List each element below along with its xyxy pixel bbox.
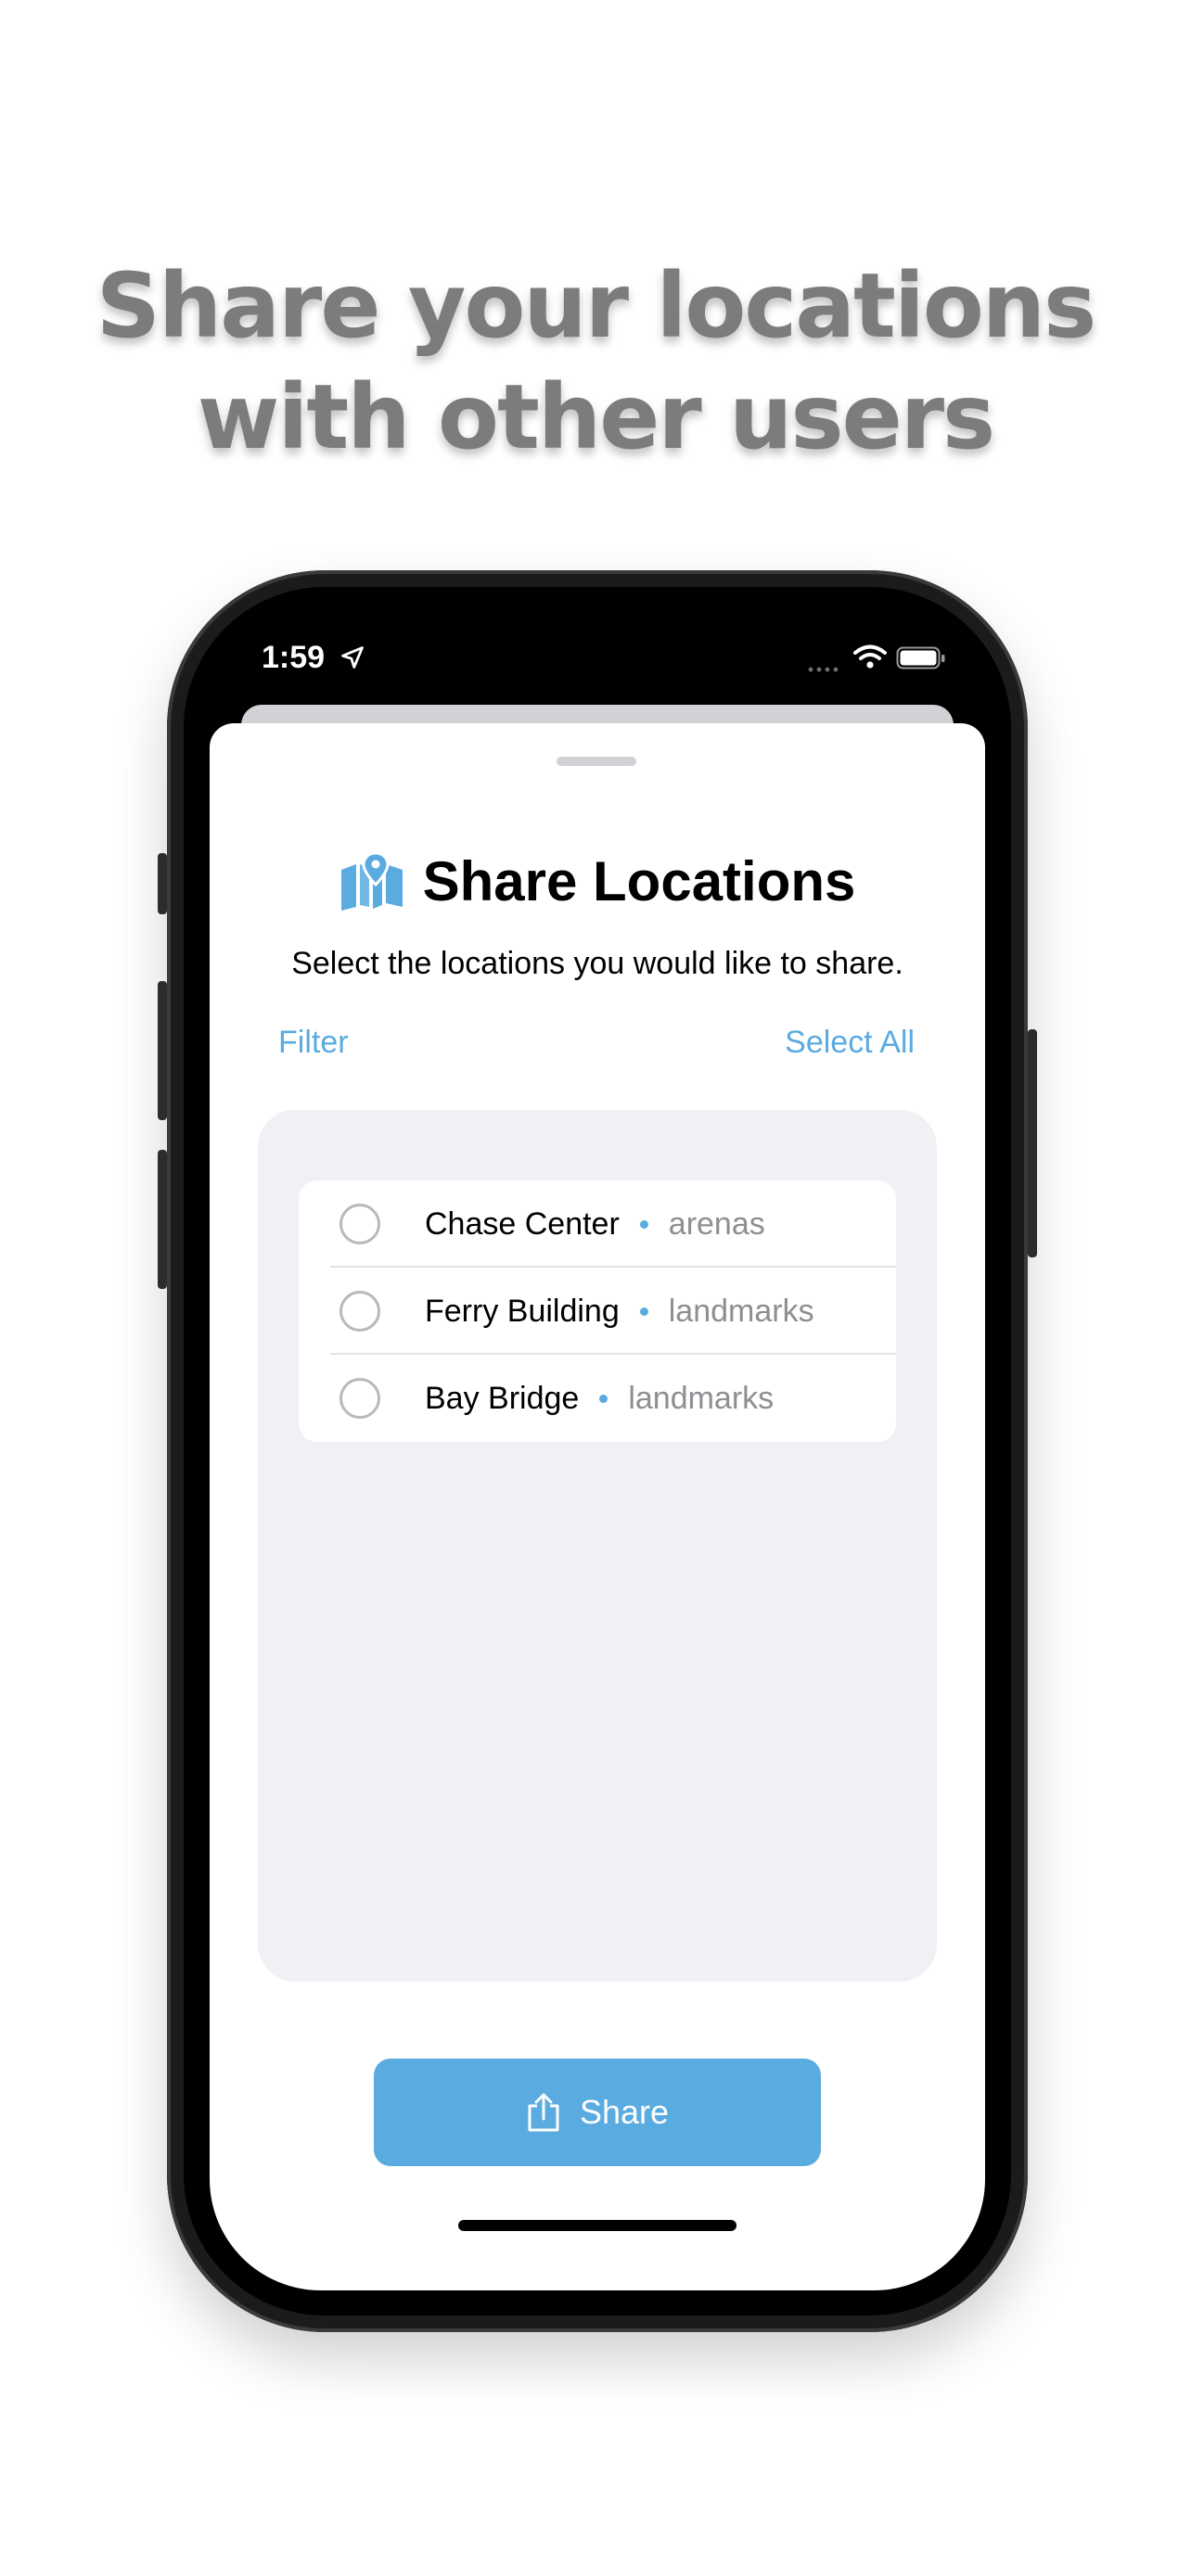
share-icon <box>528 2093 559 2132</box>
signal-icon <box>808 667 839 672</box>
location-row-label: Ferry Building landmarks <box>425 1294 814 1330</box>
location-row-label: Bay Bridge landmarks <box>425 1381 774 1417</box>
locations-list: Chase Center arenas Ferry Building landm… <box>299 1180 896 1442</box>
status-bar-time: 1:59 <box>262 640 365 676</box>
radio-unchecked-icon[interactable] <box>339 1204 380 1244</box>
location-row-label: Chase Center arenas <box>425 1206 765 1243</box>
location-category: landmarks <box>628 1380 775 1416</box>
location-arrow-icon <box>340 646 364 669</box>
phone-power-button <box>1028 1029 1037 1257</box>
locations-list-area: Chase Center arenas Ferry Building landm… <box>258 1110 937 1982</box>
home-indicator[interactable] <box>458 2220 736 2231</box>
location-row-chase-center[interactable]: Chase Center arenas <box>299 1180 896 1268</box>
phone-volume-down <box>158 1150 167 1289</box>
radio-unchecked-icon[interactable] <box>339 1378 380 1419</box>
select-all-button[interactable]: Select All <box>785 1025 915 1061</box>
sheet-grabber[interactable] <box>557 757 636 766</box>
map-icon <box>340 851 403 911</box>
radio-unchecked-icon[interactable] <box>339 1291 380 1332</box>
status-bar-right <box>807 642 955 679</box>
location-name: Ferry Building <box>425 1293 620 1329</box>
battery-icon <box>896 646 945 670</box>
headline-line-2: with other users <box>197 365 995 469</box>
location-name: Bay Bridge <box>425 1380 580 1416</box>
location-category: landmarks <box>668 1293 814 1329</box>
headline-line-1: Share your locations <box>96 254 1097 358</box>
location-name: Chase Center <box>425 1205 620 1242</box>
phone-volume-up <box>158 981 167 1120</box>
location-row-bay-bridge[interactable]: Bay Bridge landmarks <box>299 1355 896 1442</box>
share-locations-sheet: Share Locations Select the locations you… <box>210 723 985 2290</box>
separator-dot-icon <box>599 1394 608 1403</box>
share-button[interactable]: Share <box>374 2059 821 2166</box>
share-button-label: Share <box>579 2093 670 2131</box>
sheet-title: Share Locations <box>422 849 856 912</box>
sheet-subtitle: Select the locations you would like to s… <box>291 946 903 981</box>
phone-mute-switch <box>158 853 167 914</box>
sheet-title-row: Share Locations <box>210 844 985 918</box>
headline: Share your locations with other users <box>0 250 1191 473</box>
status-time-text: 1:59 <box>262 640 326 675</box>
separator-dot-icon <box>639 1219 648 1229</box>
location-row-ferry-building[interactable]: Ferry Building landmarks <box>299 1268 896 1355</box>
separator-dot-icon <box>639 1307 648 1316</box>
filter-button[interactable]: Filter <box>278 1025 349 1061</box>
location-category: arenas <box>668 1205 765 1242</box>
wifi-icon <box>853 644 887 669</box>
